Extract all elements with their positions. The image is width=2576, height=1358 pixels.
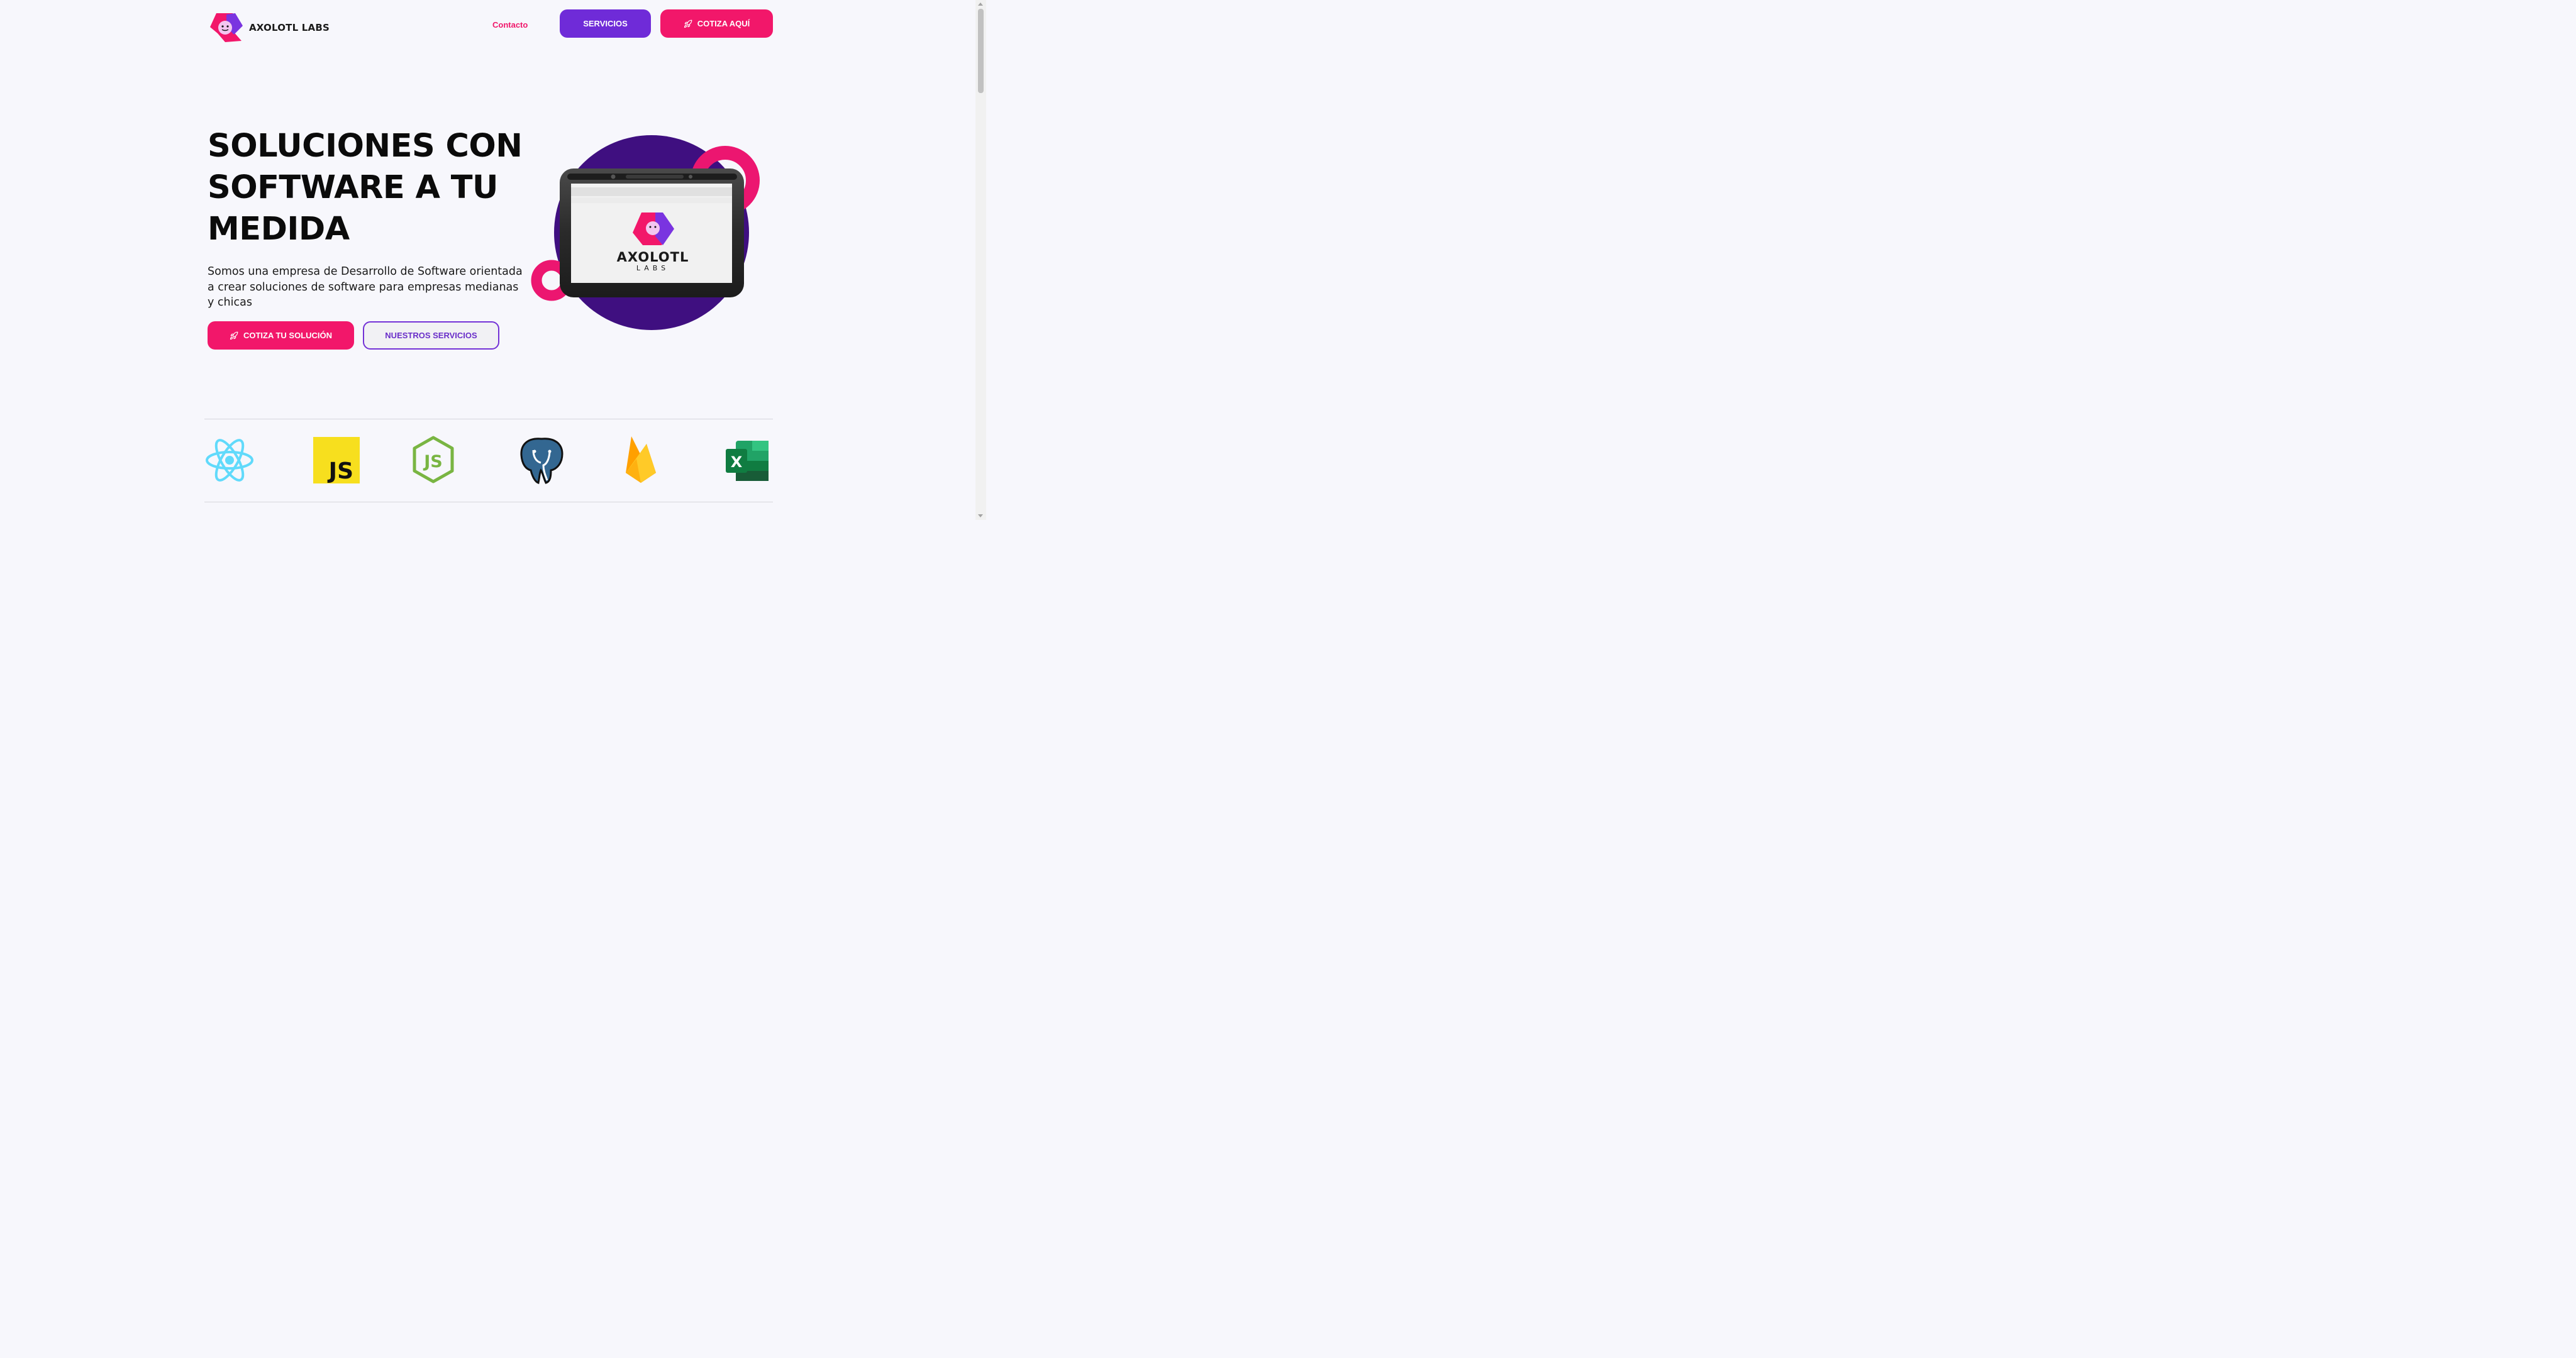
rocket-icon (230, 331, 238, 340)
svg-text:JS: JS (423, 452, 443, 472)
react-icon (206, 439, 253, 482)
cotiza-aqui-button[interactable]: COTIZA AQUÍ (660, 9, 773, 38)
screen-brand-sub: LABS (636, 264, 669, 272)
brand-name: AXOLOTL LABS (249, 22, 330, 33)
excel-icon: X (726, 441, 769, 481)
svg-text:JS: JS (327, 458, 353, 483)
postgresql-icon (520, 438, 564, 484)
scrollbar-thumb[interactable] (978, 9, 984, 93)
nodejs-icon: JS (413, 436, 454, 483)
axolotl-logo-icon (210, 13, 243, 42)
servicios-button[interactable]: SERVICIOS (560, 9, 651, 38)
cotiza-solucion-label: COTIZA TU SOLUCIÓN (243, 331, 333, 340)
brand[interactable]: AXOLOTL LABS (208, 12, 330, 43)
page-scrollbar[interactable] (975, 0, 986, 520)
hero-description: Somos una empresa de Desarrollo de Softw… (208, 265, 523, 309)
cotiza-aqui-label: COTIZA AQUÍ (697, 19, 750, 28)
javascript-icon: JS (313, 437, 360, 483)
servicios-label: SERVICIOS (583, 19, 628, 28)
hero-illustration: AXOLOTL LABS (531, 135, 760, 330)
svg-text:X: X (731, 453, 743, 471)
nuestros-servicios-button[interactable]: NUESTROS SERVICIOS (363, 321, 499, 350)
hero-title: SOLUCIONES CON SOFTWARE A TU MEDIDA (208, 128, 523, 248)
rocket-icon (684, 19, 692, 28)
screen-brand-main: AXOLOTL (617, 250, 689, 265)
site-header: AXOLOTL LABS Contacto SERVICIOS COTIZA A… (208, 9, 774, 47)
scroll-down-icon[interactable] (978, 514, 983, 517)
nav-contacto[interactable]: Contacto (492, 20, 528, 30)
cotiza-solucion-button[interactable]: COTIZA TU SOLUCIÓN (208, 321, 354, 350)
scroll-up-icon[interactable] (978, 3, 983, 6)
nuestros-servicios-label: NUESTROS SERVICIOS (385, 331, 477, 340)
firebase-icon (626, 436, 656, 483)
